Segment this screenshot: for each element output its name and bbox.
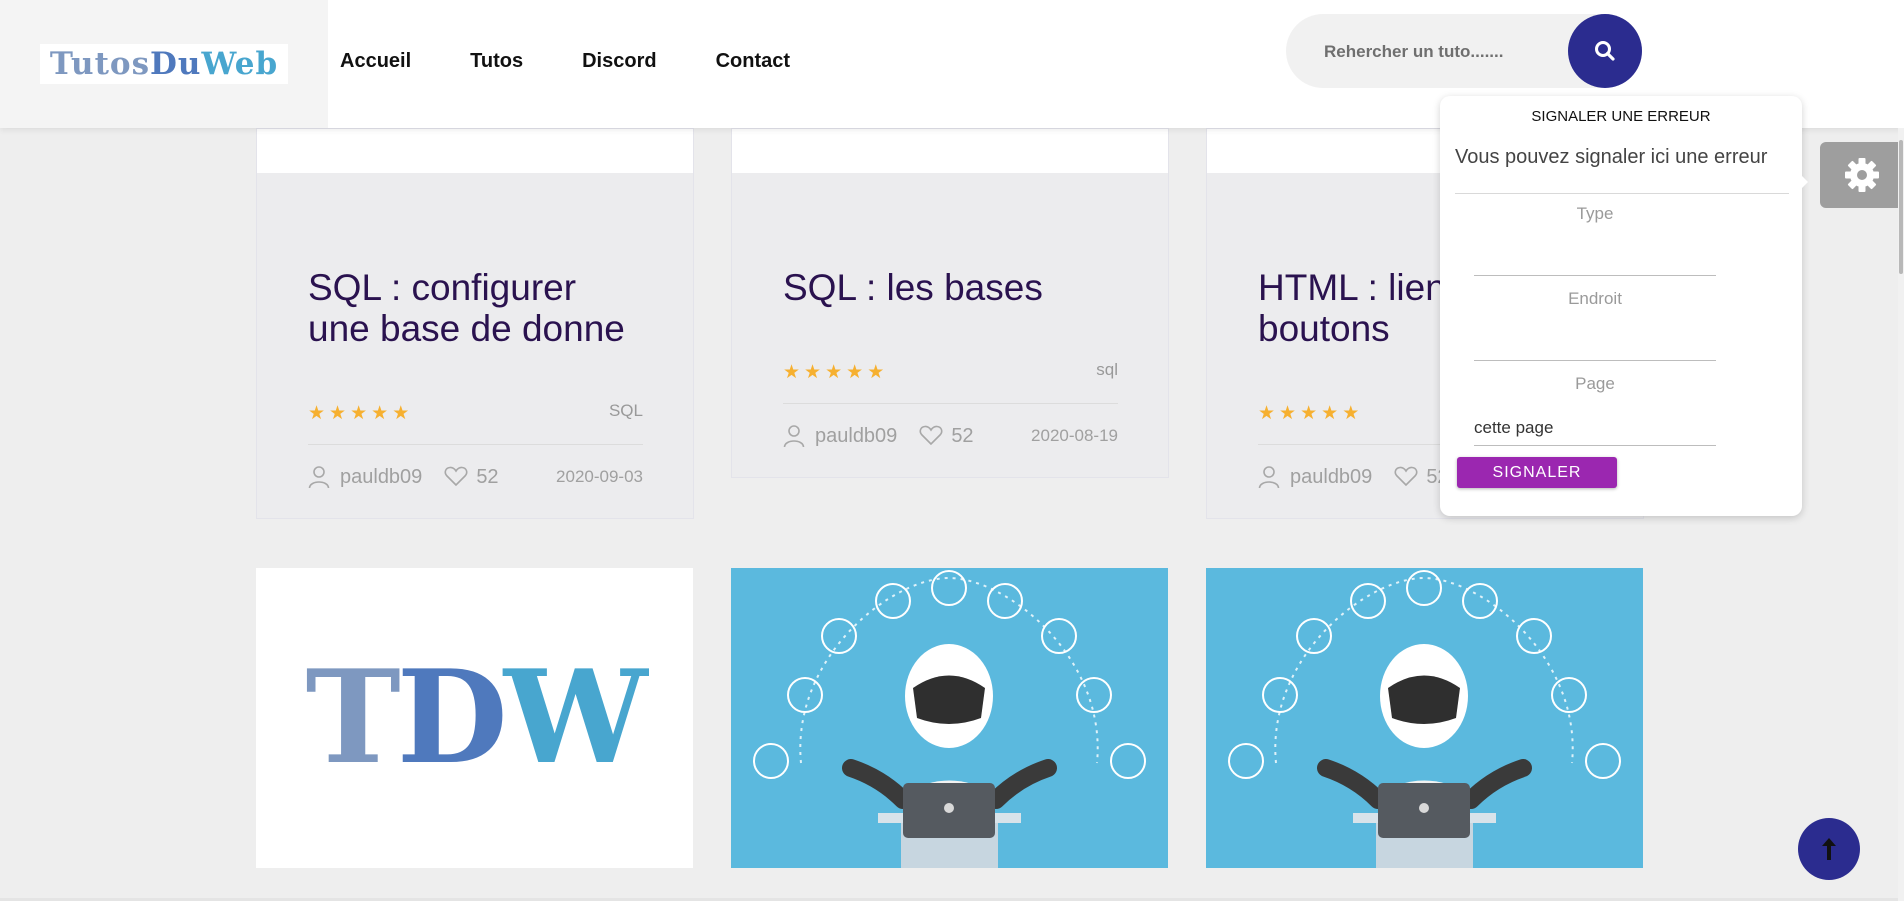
tuto-card[interactable]: SQL : configurer une base de donne ★ ★ ★… <box>256 128 694 519</box>
place-field[interactable] <box>1474 326 1716 361</box>
category-tag[interactable]: SQL <box>609 401 643 421</box>
site-logo[interactable]: Tutos Du Web <box>40 44 288 84</box>
star-icon: ★ <box>1258 403 1276 424</box>
search-input[interactable] <box>1322 36 1556 68</box>
star-icon: ★ <box>1321 403 1339 424</box>
rating-stars: ★ ★ ★ ★ ★ <box>1258 404 1359 423</box>
tuto-card[interactable]: SQL : les bases ★ ★ ★ ★ ★ sql pauldb09 5… <box>731 128 1169 478</box>
star-icon: ★ <box>350 403 368 424</box>
type-field[interactable] <box>1474 241 1716 276</box>
search-button[interactable] <box>1568 14 1642 88</box>
star-icon: ★ <box>392 403 410 424</box>
star-icon: ★ <box>308 403 326 424</box>
panel-subtitle: Vous pouvez signaler ici une erreur <box>1455 146 1768 168</box>
tuto-thumbnail-robot[interactable] <box>1206 568 1643 868</box>
tuto-thumbnail-robot[interactable] <box>731 568 1168 868</box>
nav-accueil[interactable]: Accueil <box>340 50 411 73</box>
panel-title: SIGNALER UNE ERREUR <box>1531 108 1711 125</box>
nav-contact[interactable]: Contact <box>716 50 790 73</box>
likes-count: 52 <box>476 465 499 488</box>
rating-stars: ★ ★ ★ ★ ★ <box>783 363 884 382</box>
robot-illustration <box>1228 570 1621 868</box>
heart-icon[interactable] <box>444 465 468 489</box>
panel-pointer <box>1798 172 1808 192</box>
author-name[interactable]: pauldb09 <box>815 425 897 448</box>
card-title[interactable]: SQL : configurer une base de donne <box>308 267 648 349</box>
card-image-bottom <box>732 129 1168 173</box>
category-tag[interactable]: sql <box>1096 360 1118 380</box>
author-name[interactable]: pauldb09 <box>340 466 422 489</box>
card-image-bottom <box>257 129 693 173</box>
report-error-panel: SIGNALER UNE ERREUR Vous pouvez signaler… <box>1440 96 1808 516</box>
scroll-top-button[interactable] <box>1798 818 1860 880</box>
scrollbar-thumb[interactable] <box>1899 140 1903 274</box>
divider <box>783 403 1118 404</box>
search-icon <box>1595 41 1615 61</box>
nav-tutos[interactable]: Tutos <box>470 50 523 73</box>
star-icon: ★ <box>846 362 864 383</box>
robot-illustration <box>753 570 1146 868</box>
main-nav: Accueil Tutos Discord Contact <box>340 50 849 73</box>
likes-count: 52 <box>951 424 974 447</box>
nav-discord[interactable]: Discord <box>582 50 656 73</box>
card-meta: pauldb09 52 2020-09-03 <box>308 465 643 489</box>
card-meta: pauldb09 52 2020-08-19 <box>783 424 1118 448</box>
star-icon: ★ <box>1342 403 1360 424</box>
publish-date: 2020-09-03 <box>556 467 643 486</box>
type-label: Type <box>1576 204 1614 223</box>
logo-text-2: Du <box>150 46 202 82</box>
user-icon <box>783 424 807 448</box>
logo-text-1: Tutos <box>49 46 151 82</box>
tdw-logo-text: TDW <box>305 643 648 793</box>
star-icon: ★ <box>371 403 389 424</box>
logo-text-3: Web <box>201 46 279 82</box>
publish-date: 2020-08-19 <box>1031 426 1118 445</box>
settings-toggle[interactable] <box>1820 142 1904 208</box>
heart-icon[interactable] <box>919 424 943 448</box>
arrow-up-icon <box>1822 838 1836 860</box>
page-field[interactable] <box>1474 411 1716 446</box>
star-icon: ★ <box>867 362 885 383</box>
star-icon: ★ <box>825 362 843 383</box>
star-icon: ★ <box>329 403 347 424</box>
gear-icon <box>1845 158 1879 192</box>
tuto-thumbnail-logo[interactable]: TDW <box>256 568 693 868</box>
card-title[interactable]: SQL : les bases <box>783 267 1123 308</box>
user-icon <box>1258 465 1282 489</box>
place-label: Endroit <box>1568 289 1622 308</box>
logo-container: Tutos Du Web <box>0 0 328 128</box>
star-icon: ★ <box>783 362 801 383</box>
star-icon: ★ <box>1300 403 1318 424</box>
divider <box>308 444 643 445</box>
star-icon: ★ <box>804 362 822 383</box>
page-label: Page <box>1575 374 1615 393</box>
star-icon: ★ <box>1279 403 1297 424</box>
divider <box>1455 193 1789 194</box>
author-name[interactable]: pauldb09 <box>1290 466 1372 489</box>
heart-icon[interactable] <box>1394 465 1418 489</box>
submit-report-button[interactable]: SIGNALER <box>1457 457 1617 488</box>
user-icon <box>308 465 332 489</box>
rating-stars: ★ ★ ★ ★ ★ <box>308 404 409 423</box>
